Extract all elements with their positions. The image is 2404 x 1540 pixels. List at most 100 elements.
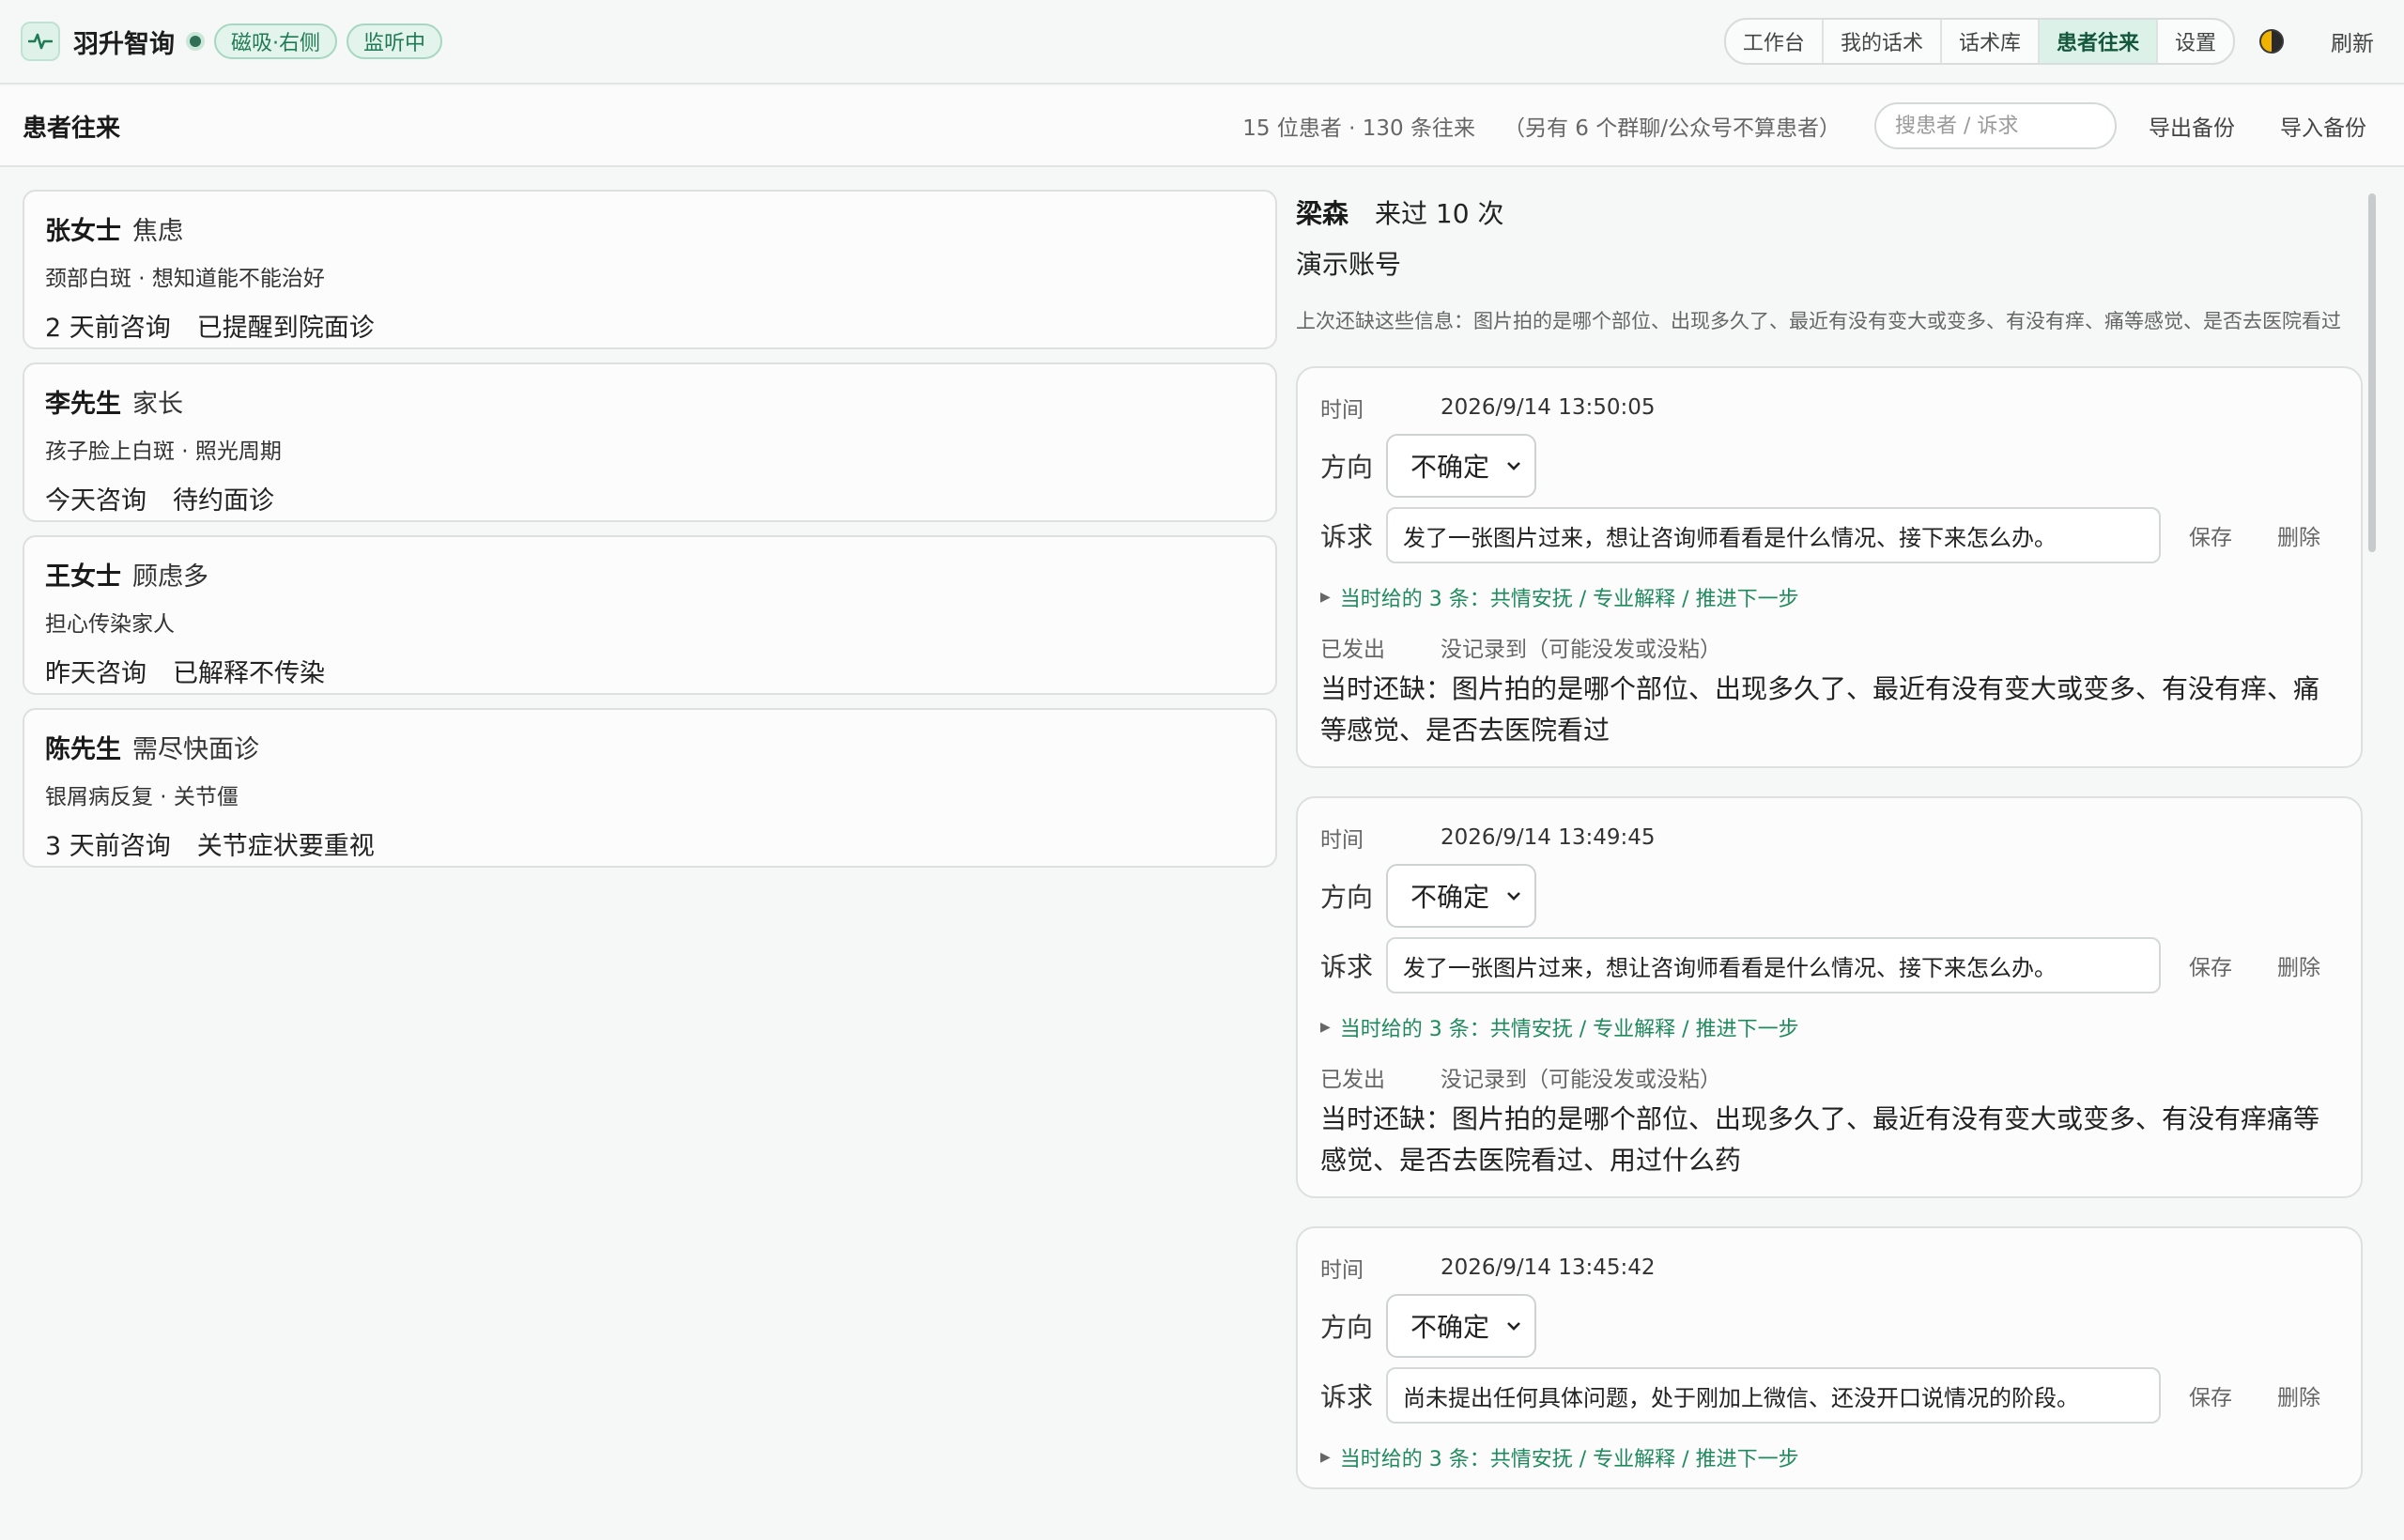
lacking-info: 当时还缺：图片拍的是哪个部位、出现多久了、最近有没有变大或变多、有没有痒痛等感觉… [1320,1103,2320,1176]
chevron-down-icon [1507,1322,1520,1331]
listening-badge[interactable]: 监听中 [347,23,443,59]
delete-button[interactable]: 删除 [2277,949,2320,981]
tab-settings[interactable]: 设置 [2158,20,2233,63]
patient-name: 陈先生 [45,735,121,764]
save-button[interactable]: 保存 [2189,949,2232,981]
record-entry: 时间 2026/9/14 13:45:42 方向 不确定 诉求 尚未提出任何具体… [1296,1226,2363,1489]
suggestion-summary: 当时给的 3 条：共情安抚 / 专业解释 / 推进下一步 [1339,588,1799,611]
page-title: 患者往来 [23,114,121,143]
patient-card[interactable]: 陈先生 需尽快面诊 银屑病反复 · 关节僵 3 天前咨询 关节症状要重视 [23,708,1277,868]
suggestion-toggle[interactable]: ▶ 当时给的 3 条：共情安抚 / 专业解释 / 推进下一步 [1320,582,2338,612]
sent-label: 已发出 [1320,638,1385,662]
dock-badge[interactable]: 磁吸·右侧 [214,23,337,59]
sent-value: 没记录到（可能没发或没粘） [1441,1068,1721,1092]
patient-when: 昨天咨询 [45,659,146,688]
patient-name: 张女士 [45,217,121,246]
chevron-down-icon [1507,462,1520,470]
search-input[interactable] [1874,102,2117,149]
caret-right-icon: ▶ [1320,1020,1331,1035]
entry-time: 2026/9/14 13:45:42 [1441,1255,1656,1280]
missing-info: 上次还缺这些信息：图片拍的是哪个部位、出现多久了、最近有没有变大或变多、有没有痒… [1296,310,2341,332]
patient-status: 关节症状要重视 [196,832,375,861]
patient-tag: 顾虑多 [132,562,208,592]
entry-time: 2026/9/14 13:50:05 [1441,395,1656,420]
app-title: 羽升智询 [73,29,175,59]
patient-desc: 银屑病反复 · 关节僵 [45,785,239,809]
stats-note: （另有 6 个群聊/公众号不算患者） [1502,116,1841,141]
entry-time: 2026/9/14 13:49:45 [1441,825,1656,850]
request-label: 诉求 [1320,951,1374,982]
patient-desc: 担心传染家人 [45,612,175,637]
direction-label: 方向 [1320,452,1374,483]
patient-when: 2 天前咨询 [45,314,171,343]
patient-detail: 梁森 来过 10 次 演示账号 上次还缺这些信息：图片拍的是哪个部位、出现多久了… [1296,190,2363,1499]
request-label: 诉求 [1320,1381,1374,1412]
save-button[interactable]: 保存 [2189,519,2232,551]
tab-script-library[interactable]: 话术库 [1942,20,2040,63]
direction-label: 方向 [1320,1312,1374,1343]
top-bar: 羽升智询 磁吸·右侧 监听中 工作台 我的话术 话术库 患者往来 设置 刷新 [0,0,2404,85]
patient-card[interactable]: 李先生 家长 孩子脸上白斑 · 照光周期 今天咨询 待约面诊 [23,362,1277,522]
direction-select[interactable]: 不确定 [1386,434,1536,498]
patient-status: 待约面诊 [173,486,274,516]
patient-when: 今天咨询 [45,486,146,516]
patient-status: 已解释不传染 [173,659,325,688]
page-header: 患者往来 15 位患者 · 130 条往来 （另有 6 个群聊/公众号不算患者）… [0,86,2404,167]
refresh-button[interactable]: 刷新 [2331,25,2374,57]
caret-right-icon: ▶ [1320,590,1331,605]
request-input[interactable]: 发了一张图片过来，想让咨询师看看是什么情况、接下来怎么办。 [1386,507,2161,563]
time-label: 时间 [1320,398,1364,423]
status-dot-icon [186,32,205,51]
import-backup-button[interactable]: 导入备份 [2280,110,2366,142]
delete-button[interactable]: 删除 [2277,519,2320,551]
patient-name: 王女士 [45,562,121,592]
direction-select[interactable]: 不确定 [1386,864,1536,928]
delete-button[interactable]: 删除 [2277,1379,2320,1411]
record-entry: 时间 2026/9/14 13:50:05 方向 不确定 诉求 发了一张图片过来… [1296,366,2363,768]
export-backup-button[interactable]: 导出备份 [2149,110,2235,142]
patient-list: 张女士 焦虑 颈部白斑 · 想知道能不能治好 2 天前咨询 已提醒到院面诊 李先… [23,190,1277,881]
patient-name: 李先生 [45,390,121,419]
patient-stats: 15 位患者 · 130 条往来 [1242,116,1475,141]
detail-patient-name: 梁森 [1296,198,1349,229]
patient-card[interactable]: 张女士 焦虑 颈部白斑 · 想知道能不能治好 2 天前咨询 已提醒到院面诊 [23,190,1277,349]
app-logo [21,22,60,61]
chevron-down-icon [1507,892,1520,901]
visit-count: 来过 10 次 [1375,198,1504,229]
suggestion-summary: 当时给的 3 条：共情安抚 / 专业解释 / 推进下一步 [1339,1018,1799,1041]
theme-toggle-icon[interactable] [2259,29,2284,54]
direction-label: 方向 [1320,882,1374,913]
patient-desc: 颈部白斑 · 想知道能不能治好 [45,267,325,291]
patient-when: 3 天前咨询 [45,832,171,861]
patient-note: 演示账号 [1296,249,1402,280]
patient-tag: 家长 [132,390,183,419]
lacking-info: 当时还缺：图片拍的是哪个部位、出现多久了、最近有没有变大或变多、有没有痒、痛等感… [1320,673,2320,746]
patient-tag: 需尽快面诊 [132,735,259,764]
direction-value: 不确定 [1410,452,1490,483]
time-label: 时间 [1320,1258,1364,1283]
patient-desc: 孩子脸上白斑 · 照光周期 [45,439,282,464]
suggestion-summary: 当时给的 3 条：共情安抚 / 专业解释 / 推进下一步 [1339,1448,1799,1471]
request-input[interactable]: 发了一张图片过来，想让咨询师看看是什么情况、接下来怎么办。 [1386,937,2161,993]
tab-my-scripts[interactable]: 我的话术 [1824,20,1942,63]
request-label: 诉求 [1320,521,1374,552]
caret-right-icon: ▶ [1320,1450,1331,1465]
request-input[interactable]: 尚未提出任何具体问题，处于刚加上微信、还没开口说情况的阶段。 [1386,1367,2161,1424]
patient-status: 已提醒到院面诊 [196,314,375,343]
detail-scrollbar[interactable] [2368,193,2376,552]
patient-tag: 焦虑 [132,217,183,246]
direction-select[interactable]: 不确定 [1386,1294,1536,1358]
direction-value: 不确定 [1410,882,1490,913]
pulse-icon [28,33,53,50]
suggestion-toggle[interactable]: ▶ 当时给的 3 条：共情安抚 / 专业解释 / 推进下一步 [1320,1012,2338,1042]
direction-value: 不确定 [1410,1312,1490,1343]
sent-value: 没记录到（可能没发或没粘） [1441,638,1721,662]
record-entry: 时间 2026/9/14 13:49:45 方向 不确定 诉求 发了一张图片过来… [1296,796,2363,1198]
suggestion-toggle[interactable]: ▶ 当时给的 3 条：共情安抚 / 专业解释 / 推进下一步 [1320,1442,2338,1472]
save-button[interactable]: 保存 [2189,1379,2232,1411]
time-label: 时间 [1320,828,1364,853]
tab-patient-records[interactable]: 患者往来 [2039,20,2158,63]
patient-card[interactable]: 王女士 顾虑多 担心传染家人 昨天咨询 已解释不传染 [23,535,1277,695]
main-tabs: 工作台 我的话术 话术库 患者往来 设置 [1723,18,2235,65]
tab-workbench[interactable]: 工作台 [1726,20,1824,63]
